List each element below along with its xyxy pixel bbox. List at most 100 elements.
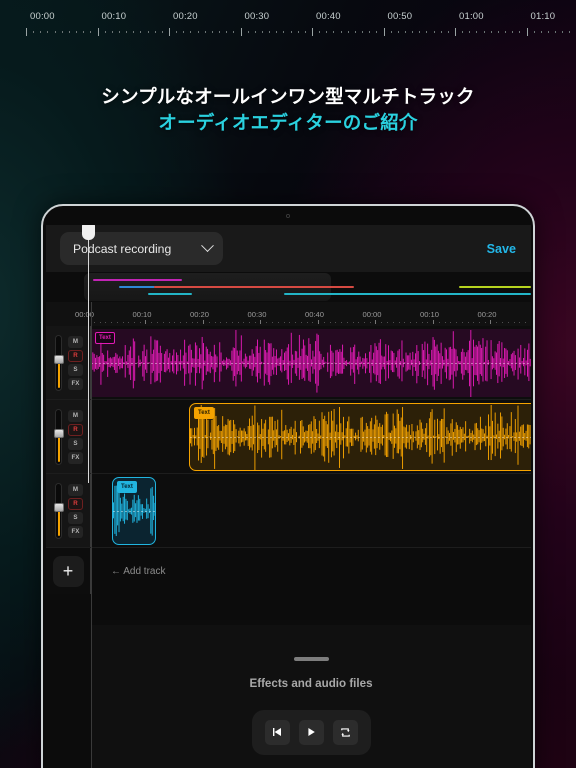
track-r-button[interactable]: R bbox=[68, 423, 83, 436]
timeline-tick-minor bbox=[283, 321, 285, 323]
playhead[interactable] bbox=[82, 225, 95, 483]
timeline-tick-minor bbox=[312, 321, 314, 323]
track-r-button[interactable]: R bbox=[68, 497, 83, 510]
ruler-tick-minor bbox=[211, 31, 213, 33]
volume-fader[interactable] bbox=[53, 334, 64, 391]
ruler-tick-minor bbox=[83, 31, 85, 33]
track-column-divider bbox=[91, 302, 92, 768]
audio-clip[interactable]: Text bbox=[112, 477, 156, 545]
chevron-down-icon bbox=[201, 239, 214, 253]
track-fx-button[interactable]: FX bbox=[68, 451, 83, 464]
timeline-tick-minor bbox=[116, 321, 118, 323]
timeline-tick-minor bbox=[484, 321, 486, 323]
clip-label-badge[interactable]: Text bbox=[117, 481, 137, 493]
track-s-button[interactable]: S bbox=[68, 363, 83, 376]
ruler-tick-minor bbox=[390, 31, 392, 33]
ruler-tick-minor bbox=[219, 31, 221, 33]
headline: シンプルなオールインワン型マルチトラック オーディオエディターのご紹介 bbox=[0, 84, 576, 136]
ruler-tick-minor bbox=[247, 31, 249, 33]
track-s-button[interactable]: S bbox=[68, 511, 83, 524]
timeline-tick-minor bbox=[410, 321, 411, 323]
track-controls: M R S FX bbox=[46, 400, 91, 473]
top-ruler-labels: 00:00 00:10 00:20 00:30 00:40 00:50 01:00 01:10… bbox=[0, 11, 576, 24]
fader-handle[interactable] bbox=[53, 429, 64, 439]
timeline-tick-minor bbox=[427, 321, 429, 323]
play-icon bbox=[308, 728, 315, 736]
track-m-button[interactable]: M bbox=[68, 335, 83, 348]
loop-button[interactable] bbox=[332, 719, 358, 745]
timeline-tick-minor bbox=[277, 321, 279, 323]
ruler-tick-minor bbox=[354, 31, 356, 33]
ruler-tick-minor bbox=[319, 31, 321, 33]
playhead-handle[interactable] bbox=[82, 225, 95, 240]
tablet-device-frame: Podcast recording Save 00:00 00:10 00:20 00… bbox=[41, 204, 535, 768]
track-fx-button[interactable]: FX bbox=[68, 525, 83, 538]
fader-handle[interactable] bbox=[53, 355, 64, 365]
timeline-tick-major bbox=[432, 320, 434, 324]
ruler-tick-minor bbox=[419, 31, 421, 33]
timeline-tick-minor bbox=[151, 321, 153, 323]
clip-label-badge[interactable]: Text bbox=[194, 407, 214, 419]
ruler-tick-minor bbox=[476, 31, 478, 33]
ruler-tick-minor bbox=[61, 31, 63, 33]
volume-fader[interactable] bbox=[53, 482, 64, 539]
project-minimap[interactable] bbox=[46, 272, 531, 302]
top-ruler-label: 01:00 bbox=[459, 11, 484, 22]
app-header: Podcast recording Save bbox=[46, 225, 531, 272]
timeline-tick-minor bbox=[214, 321, 216, 323]
track-m-button[interactable]: M bbox=[68, 409, 83, 422]
camera-icon bbox=[286, 214, 290, 218]
timeline-tick-minor bbox=[496, 321, 498, 323]
play-button[interactable] bbox=[298, 719, 324, 745]
ruler-tick-minor bbox=[333, 31, 335, 33]
top-ruler-label: 00:40 bbox=[316, 11, 341, 22]
ruler-tick-minor bbox=[40, 31, 42, 33]
timeline-tick-minor bbox=[266, 321, 268, 323]
timeline-tick-minor bbox=[180, 321, 181, 323]
timeline-tick-minor bbox=[502, 321, 503, 323]
ruler-tick-minor bbox=[555, 31, 557, 33]
audio-clip[interactable]: Text bbox=[91, 329, 531, 397]
timeline-tick-minor bbox=[226, 321, 227, 323]
waveform-centerline bbox=[91, 363, 531, 364]
top-ruler-label: 00:00 bbox=[30, 11, 55, 22]
track-lane[interactable]: Text bbox=[91, 400, 531, 473]
timeline-tick-minor bbox=[415, 321, 417, 323]
ruler-tick-major bbox=[383, 28, 385, 36]
timeline-tick-minor bbox=[168, 321, 170, 323]
headline-line-2: オーディオエディターのご紹介 bbox=[158, 112, 418, 133]
save-button[interactable]: Save bbox=[487, 242, 516, 256]
sheet-drag-handle[interactable] bbox=[293, 657, 329, 661]
ruler-tick-major bbox=[455, 28, 456, 36]
ruler-tick-minor bbox=[276, 31, 278, 33]
track-r-button[interactable]: R bbox=[68, 349, 83, 362]
timeline-tick-minor bbox=[111, 321, 112, 323]
track-s-button[interactable]: S bbox=[68, 437, 83, 450]
add-track-button[interactable]: + bbox=[52, 555, 84, 587]
ruler-tick-minor bbox=[261, 31, 263, 33]
track-lane[interactable]: Text bbox=[91, 474, 531, 547]
timeline-tick-minor bbox=[93, 321, 95, 323]
timeline-ruler-label: 00:20 bbox=[190, 310, 210, 319]
timeline-tick-minor bbox=[300, 321, 302, 323]
fader-handle[interactable] bbox=[53, 503, 64, 513]
timeline-tick-minor bbox=[513, 321, 515, 323]
bottom-sheet: Effects and audio files bbox=[91, 625, 531, 768]
track-row: M R S FX Text bbox=[46, 474, 531, 548]
ruler-tick-minor bbox=[183, 31, 185, 33]
clip-label-badge[interactable]: Text bbox=[95, 332, 115, 344]
timeline-ruler[interactable]: 00:00 00:10 00:20 00:30 00:40 00:00 00:10 00:20 bbox=[46, 302, 531, 326]
minimap-segment bbox=[92, 279, 183, 281]
track-fx-button[interactable]: FX bbox=[68, 377, 83, 390]
timeline-tick-minor bbox=[162, 321, 164, 323]
timeline-tick-minor bbox=[272, 321, 273, 323]
app-screen: Podcast recording Save 00:00 00:10 00:20 00… bbox=[46, 225, 531, 768]
skip-to-start-button[interactable] bbox=[264, 719, 290, 745]
timeline-tick-minor bbox=[461, 321, 463, 323]
timeline-tick-minor bbox=[139, 321, 141, 323]
audio-clip[interactable]: Text bbox=[189, 403, 531, 471]
volume-fader[interactable] bbox=[53, 408, 64, 465]
ruler-tick-minor bbox=[562, 31, 564, 33]
track-m-button[interactable]: M bbox=[68, 483, 83, 496]
track-lane[interactable]: Text bbox=[91, 326, 531, 399]
